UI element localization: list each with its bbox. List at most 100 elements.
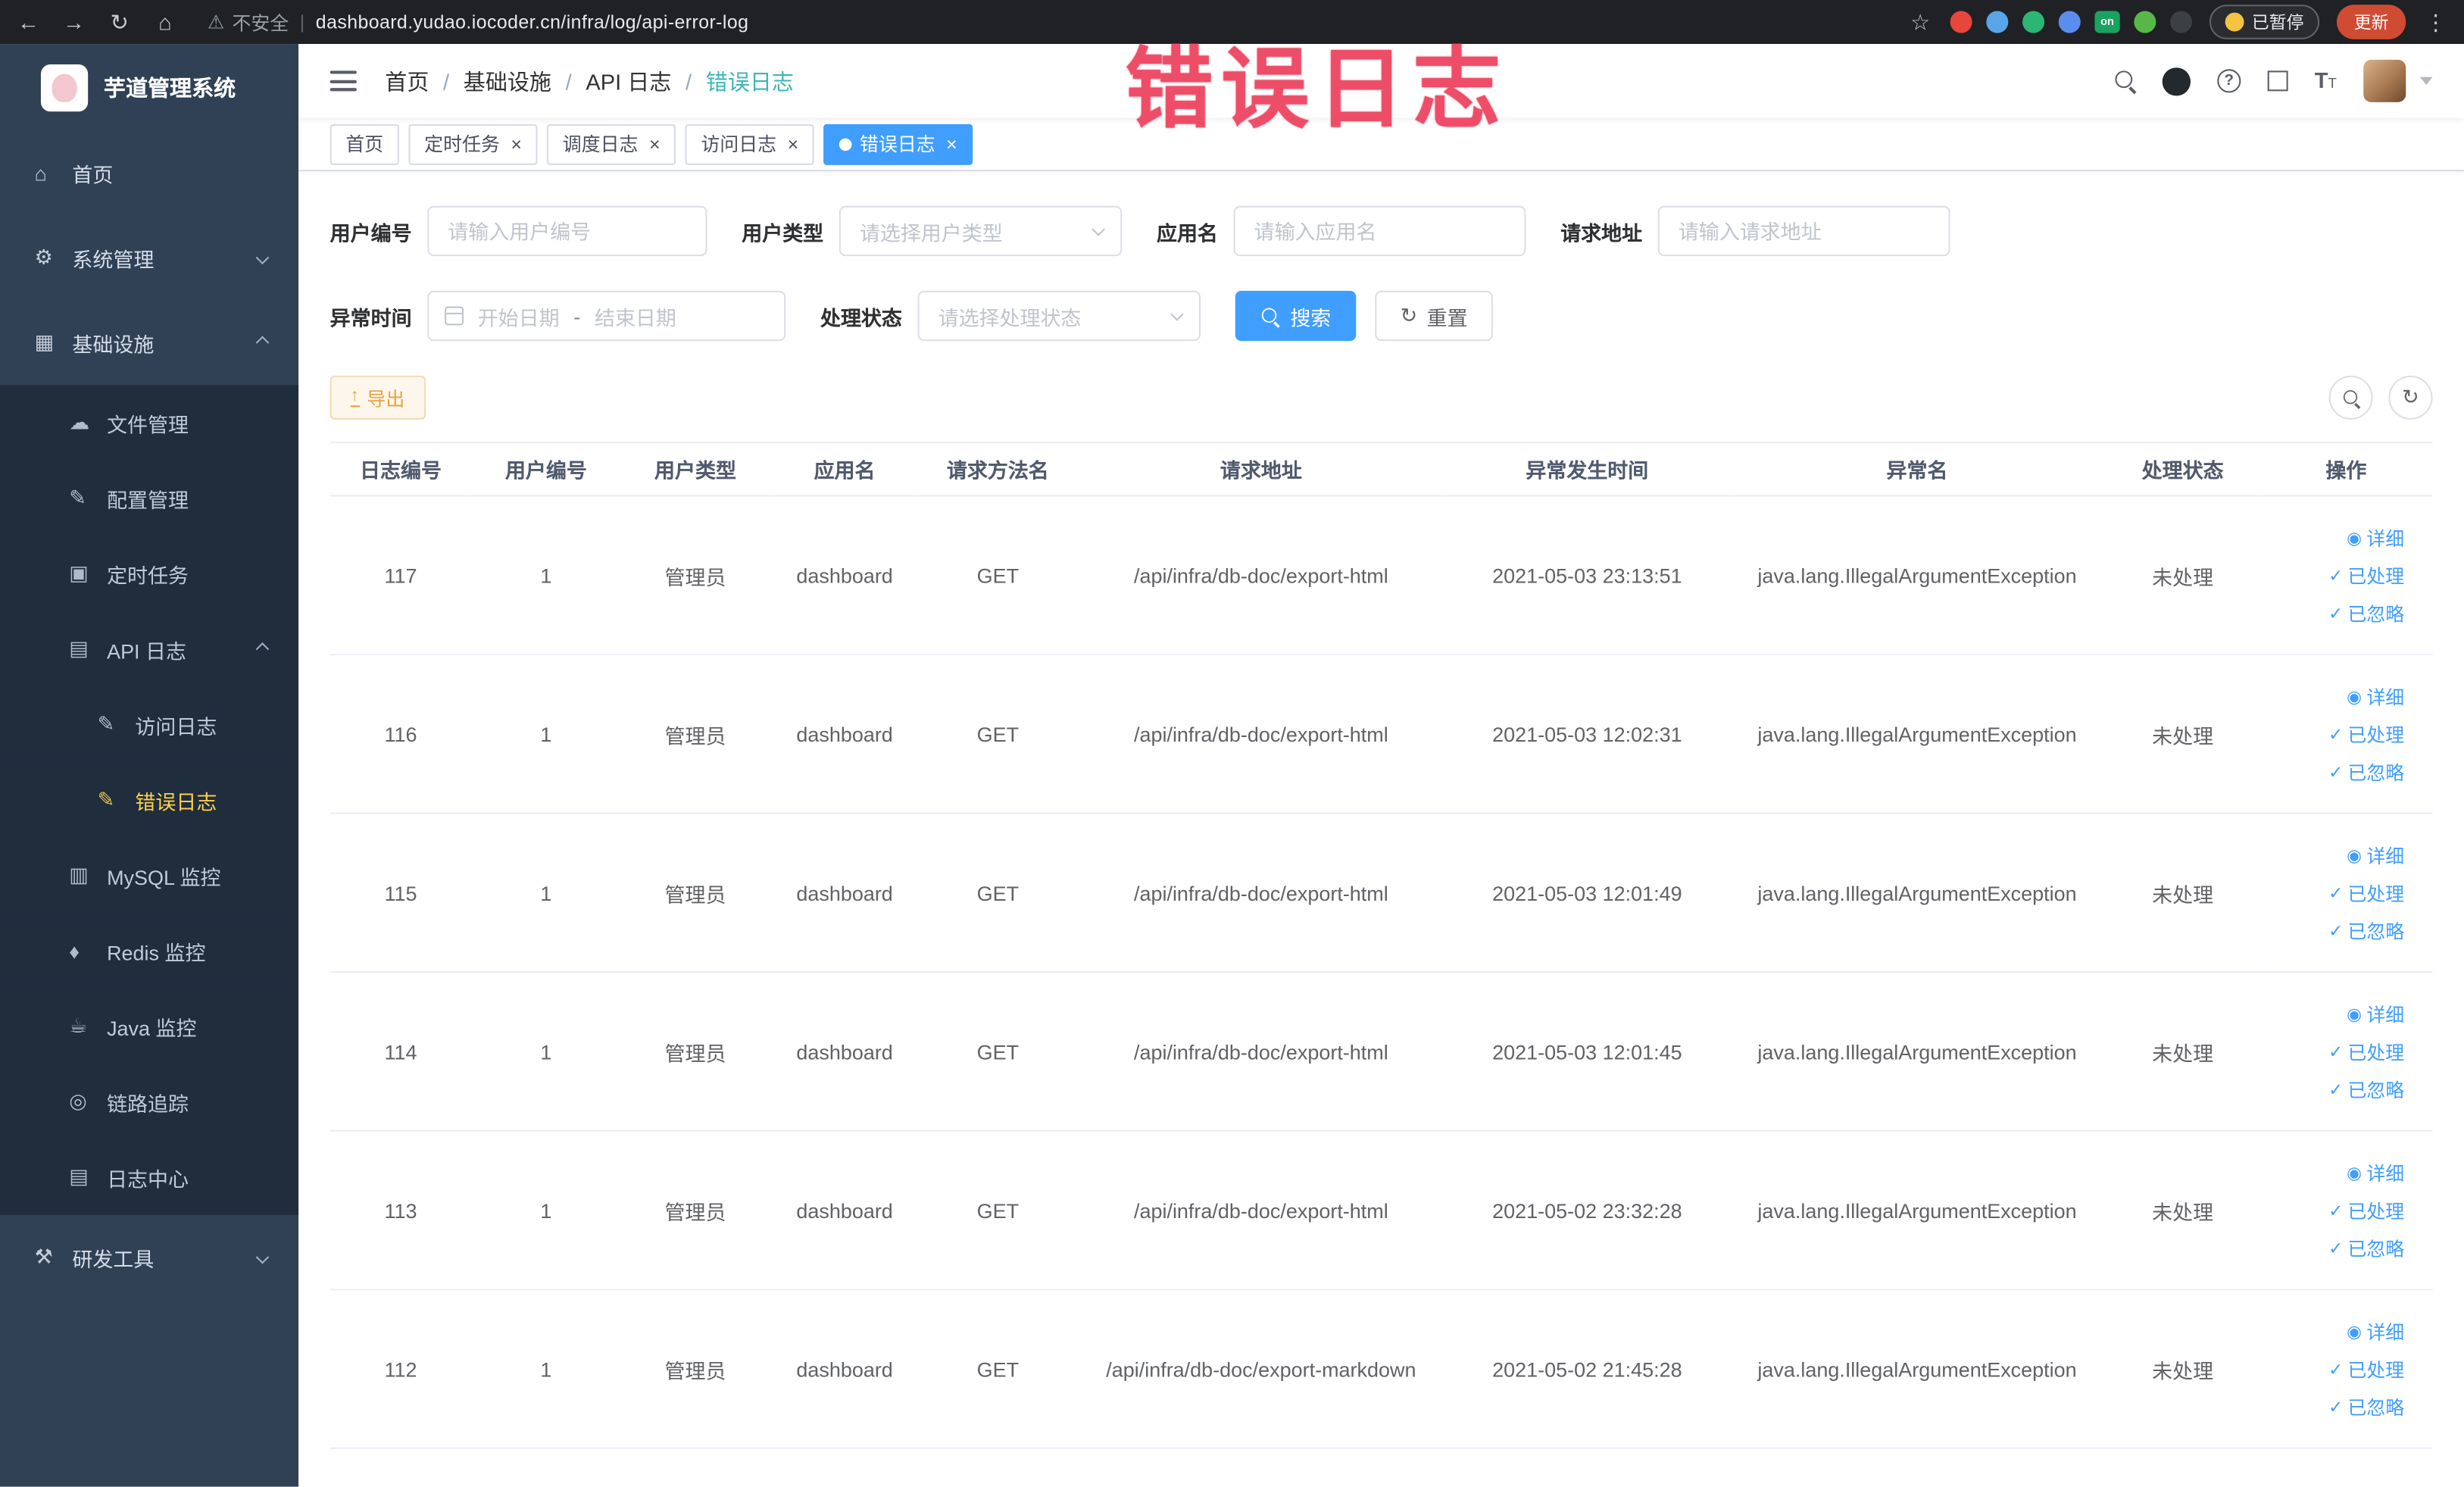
date-range-picker[interactable]: 开始日期 - 结束日期 — [427, 290, 786, 342]
action-processed[interactable]: ✓ 已处理 — [2328, 720, 2404, 747]
close-icon[interactable]: × — [788, 133, 799, 155]
table-cell: /api/infra/db-doc/export-markdown — [1076, 1289, 1446, 1449]
action-detail[interactable]: ◉ 详细 — [2347, 842, 2404, 868]
sidebar-item-scheduled-jobs[interactable]: ▣ 定时任务 — [0, 536, 299, 612]
sidebar-item-log-center[interactable]: ▤ 日志中心 — [0, 1139, 299, 1215]
process-status-select[interactable]: 请选择处理状态 — [917, 290, 1201, 342]
close-icon[interactable]: × — [649, 133, 661, 155]
tab-调度日志[interactable]: 调度日志 × — [547, 123, 676, 164]
extension-icon-green-circle[interactable] — [2022, 11, 2045, 33]
extension-icon-red-circle[interactable] — [1950, 11, 1972, 33]
action-ignored[interactable]: ✓ 已忽略 — [2328, 1076, 2404, 1102]
action-detail[interactable]: ◉ 详细 — [2347, 683, 2404, 709]
action-detail[interactable]: ◉ 详细 — [2347, 524, 2404, 551]
sidebar-item-link-tracing[interactable]: ◎ 链路追踪 — [0, 1064, 299, 1140]
sidebar-item-api-logs[interactable]: ▤ API 日志 — [0, 611, 299, 687]
action-ignored[interactable]: ✓ 已忽略 — [2328, 599, 2404, 626]
sidebar-item-mysql-monitor[interactable]: ▥ MySQL 监控 — [0, 837, 299, 914]
action-processed[interactable]: ✓ 已处理 — [2328, 1355, 2404, 1382]
tab-错误日志[interactable]: 错误日志 × — [823, 123, 973, 164]
action-ignored[interactable]: ✓ 已忽略 — [2328, 1393, 2404, 1420]
address-bar[interactable]: ⚠ 不安全 | dashboard.yudao.iocoder.cn/infra… — [208, 8, 749, 35]
action-detail[interactable]: ◉ 详细 — [2347, 1318, 2404, 1345]
action-detail[interactable]: ◉ 详细 — [2347, 1000, 2404, 1026]
user-id-input[interactable] — [427, 205, 707, 257]
action-detail[interactable]: ◉ 详细 — [2347, 1159, 2404, 1186]
browser-menu-icon[interactable]: ⋮ — [2423, 8, 2448, 35]
action-processed[interactable]: ✓ 已处理 — [2328, 1197, 2404, 1223]
sidebar-item-system-management[interactable]: ⚙ 系统管理 — [0, 215, 298, 300]
tab-访问日志[interactable]: 访问日志 × — [685, 123, 814, 164]
extension-icon-green-leaf[interactable] — [2134, 11, 2156, 33]
action-ignored[interactable]: ✓ 已忽略 — [2328, 1235, 2404, 1261]
bookmark-star-icon[interactable]: ☆ — [1908, 8, 1933, 35]
action-ignored[interactable]: ✓ 已忽略 — [2328, 917, 2404, 944]
help-icon[interactable]: ? — [2217, 69, 2241, 93]
action-ignored[interactable]: ✓ 已忽略 — [2328, 758, 2404, 785]
user-type-select[interactable]: 请选择用户类型 — [839, 205, 1123, 257]
toggle-search-button[interactable] — [2328, 375, 2373, 420]
paused-badge[interactable]: 已暂停 — [2209, 5, 2320, 39]
refresh-button[interactable]: ↻ — [2388, 375, 2433, 420]
request-url-input[interactable] — [1657, 205, 1950, 257]
sidebar-item-config-management[interactable]: ✎ 配置管理 — [0, 460, 299, 536]
github-icon[interactable] — [2162, 67, 2191, 95]
search-icon — [1261, 307, 1279, 325]
sidebar-item-access-log[interactable]: ✎ 访问日志 — [0, 686, 299, 763]
extension-icon-paw[interactable] — [2170, 11, 2193, 33]
column-header: 处理状态 — [2105, 441, 2260, 497]
table-cell: 2021-05-02 21:45:28 — [1445, 1289, 1729, 1449]
action-processed[interactable]: ✓ 已处理 — [2328, 879, 2404, 906]
sidebar-toggle-icon[interactable] — [329, 70, 357, 92]
home-icon[interactable]: ⌂ — [152, 9, 177, 34]
reload-icon[interactable]: ↻ — [107, 8, 132, 35]
sidebar-item-redis-monitor[interactable]: ♦ Redis 监控 — [0, 913, 299, 989]
table-toolbar: ↑ 导出 ↻ — [329, 375, 2433, 420]
forward-icon[interactable]: → — [61, 9, 86, 34]
table-cell: dashboard — [770, 813, 920, 973]
breadcrumb-item[interactable]: API 日志 — [586, 65, 671, 96]
tab-首页[interactable]: 首页 — [329, 123, 399, 164]
avatar[interactable] — [2363, 59, 2406, 102]
action-processed[interactable]: ✓ 已处理 — [2328, 1038, 2404, 1064]
sidebar-item-java-monitor[interactable]: ☕ Java 监控 — [0, 988, 299, 1064]
table-cell: dashboard — [770, 1130, 920, 1291]
sidebar-item-error-log[interactable]: ✎ 错误日志 — [0, 762, 299, 838]
sidebar-item-file-management[interactable]: ☁ 文件管理 — [0, 385, 299, 461]
table-cell: 未处理 — [2105, 813, 2260, 973]
refresh-icon: ↻ — [1400, 303, 1418, 327]
table-cell: /api/infra/db-doc/export-html — [1076, 1130, 1446, 1291]
export-button[interactable]: ↑ 导出 — [329, 375, 426, 420]
chevron-down-icon[interactable] — [2419, 77, 2433, 86]
search-icon[interactable] — [2115, 70, 2135, 91]
sidebar-item-home[interactable]: ⌂ 首页 — [0, 130, 298, 215]
breadcrumb-item[interactable]: 基础设施 — [464, 65, 551, 96]
fullscreen-icon[interactable] — [2267, 70, 2288, 92]
reset-button[interactable]: ↻ 重置 — [1375, 290, 1493, 342]
close-icon[interactable]: × — [946, 133, 957, 155]
app-name-label: 应用名 — [1156, 220, 1218, 245]
extension-icon-on-badge[interactable]: on — [2094, 11, 2120, 33]
check-icon: ✓ — [2328, 1398, 2344, 1417]
extension-icon-blue-drop[interactable] — [1986, 11, 2009, 33]
update-button[interactable]: 更新 — [2336, 5, 2406, 39]
breadcrumb-item[interactable]: 首页 — [385, 65, 429, 96]
close-icon[interactable]: × — [511, 133, 522, 155]
action-processed[interactable]: ✓ 已处理 — [2328, 562, 2404, 589]
table-cell: 1 — [471, 1289, 621, 1449]
table-cell: /api/infra/db-doc/export-html — [1076, 495, 1446, 656]
sidebar-item-infrastructure[interactable]: ▦ 基础设施 — [0, 300, 298, 385]
column-header: 应用名 — [770, 441, 920, 497]
security-warning[interactable]: ⚠ 不安全 — [208, 8, 289, 35]
back-icon[interactable]: ← — [16, 9, 41, 34]
browser-right-cluster: ☆ on 已暂停 更新 ⋮ — [1908, 5, 2449, 39]
filter-user-id: 用户编号 — [330, 205, 707, 257]
app-name-input[interactable] — [1233, 205, 1526, 257]
font-size-icon[interactable]: TT — [2315, 67, 2337, 95]
sidebar-item-dev-tools[interactable]: ⚒ 研发工具 — [0, 1215, 298, 1300]
tab-定时任务[interactable]: 定时任务 × — [408, 123, 538, 164]
extension-icon-blue-grid[interactable] — [2058, 11, 2081, 33]
logo-row[interactable]: 芋道管理系统 — [0, 44, 298, 130]
table-cell: 管理员 — [620, 495, 770, 656]
search-button[interactable]: 搜索 — [1235, 290, 1357, 342]
